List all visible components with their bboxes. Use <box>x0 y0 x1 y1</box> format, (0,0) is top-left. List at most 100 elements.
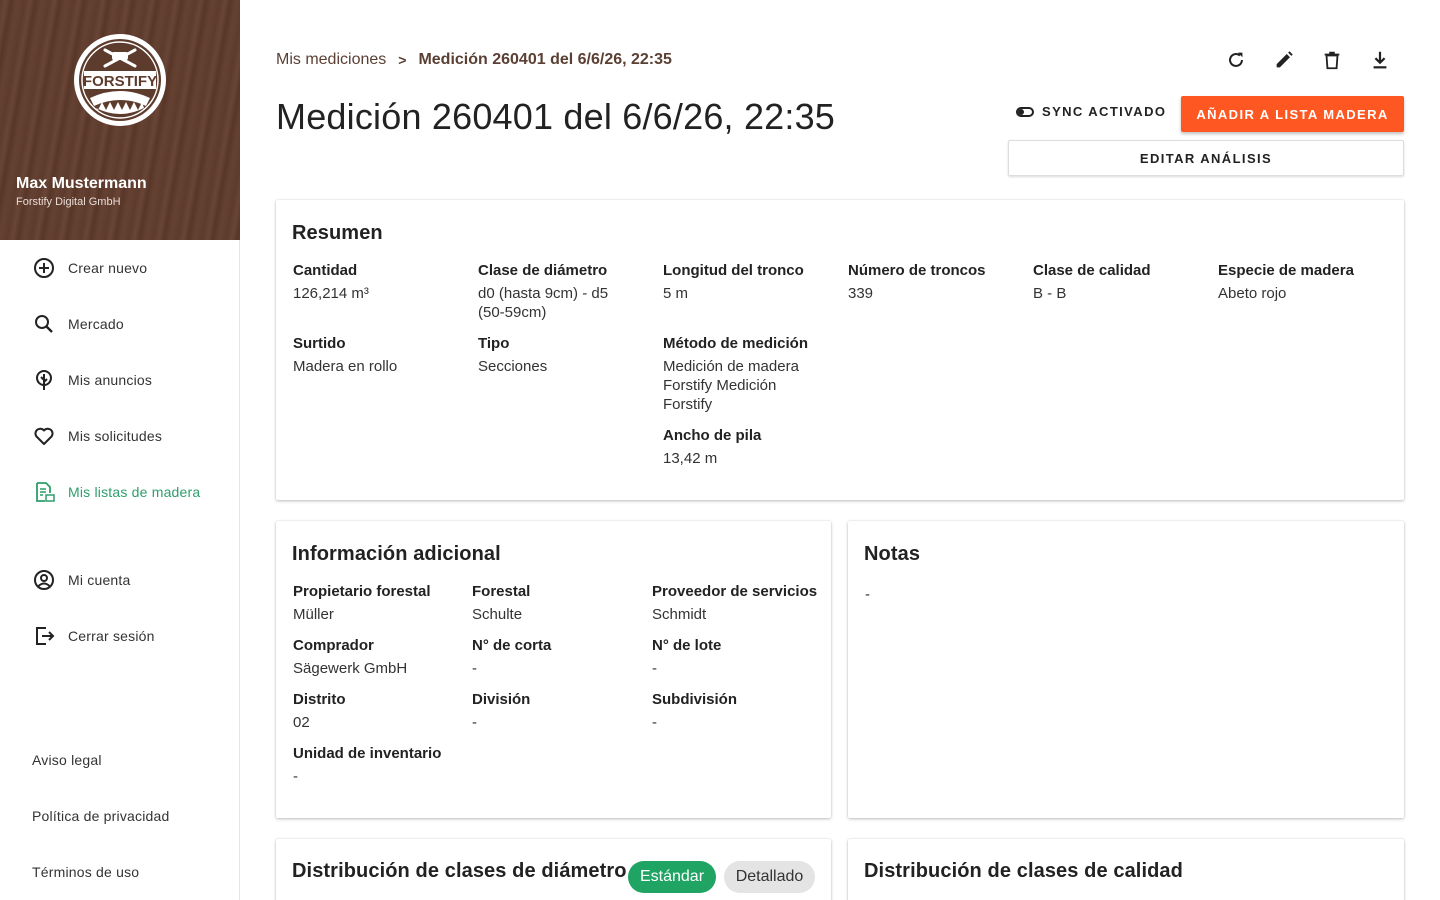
breadcrumb: Mis mediciones > Medición 260401 del 6/6… <box>276 51 672 69</box>
summary-field-clase-diametro: Clase de diámetro d0 (hasta 9cm) - d5 (5… <box>478 261 638 322</box>
field-comprador: Comprador Sägewerk GmbH <box>293 636 463 678</box>
breadcrumb-separator: > <box>398 52 407 68</box>
download-button[interactable] <box>1366 46 1394 74</box>
tree-icon <box>36 370 52 390</box>
field-label: Ancho de pila <box>663 427 762 444</box>
field-label: Cantidad <box>293 262 358 279</box>
nav-label: Mis listas de madera <box>68 484 201 500</box>
field-value: - <box>472 714 477 731</box>
field-value: 02 <box>293 714 310 731</box>
field-value: Schulte <box>472 606 523 623</box>
edit-button[interactable] <box>1270 46 1298 74</box>
field-label: Surtido <box>293 335 346 352</box>
field-label: Unidad de inventario <box>293 745 442 762</box>
field-value: Müller <box>293 606 334 623</box>
field-value: 126,214 m³ <box>293 285 369 302</box>
summary-card: Resumen Cantidad 126,214 m³ Clase de diá… <box>276 200 1404 500</box>
nav-mis-solicitudes[interactable]: Mis solicitudes <box>0 414 240 458</box>
summary-field-metodo: Método de medición Medición de madera Fo… <box>663 334 823 414</box>
chip-detailed[interactable]: Detallado <box>724 861 815 893</box>
privacy-policy-link[interactable]: Política de privacidad <box>32 808 169 824</box>
field-propietario-forestal: Propietario forestal Müller <box>293 582 463 624</box>
nav-label: Cerrar sesión <box>68 628 155 644</box>
nav-label: Crear nuevo <box>68 260 148 276</box>
edit-icon <box>1276 51 1293 68</box>
user-company: Forstify Digital GmbH <box>16 196 121 208</box>
heart-icon <box>34 427 54 445</box>
delete-button[interactable] <box>1318 46 1346 74</box>
nav-mis-listas-de-madera[interactable]: Mis listas de madera <box>0 470 240 514</box>
notes-card: Notas - <box>848 521 1404 818</box>
field-value: Secciones <box>478 358 548 375</box>
field-division: División - <box>472 690 642 732</box>
nav-label: Mercado <box>68 316 124 332</box>
toggle-icon <box>1016 106 1034 117</box>
field-proveedor-servicios: Proveedor de servicios Schmidt <box>652 582 822 624</box>
additional-info-card: Información adicional Propietario forest… <box>276 521 831 818</box>
field-label: N° de lote <box>652 637 722 654</box>
summary-field-numero-troncos: Número de troncos 339 <box>848 261 1018 303</box>
summary-title: Resumen <box>292 222 383 244</box>
nav-mis-anuncios[interactable]: Mis anuncios <box>0 358 240 402</box>
field-label: Subdivisión <box>652 691 738 708</box>
terms-of-use-link[interactable]: Términos de uso <box>32 864 139 880</box>
edit-analysis-button[interactable]: EDITAR ANÁLISIS <box>1008 140 1404 176</box>
logout-icon <box>36 627 55 645</box>
notes-title: Notas <box>864 543 921 565</box>
plus-circle-icon <box>34 258 54 278</box>
field-n-corta: N° de corta - <box>472 636 642 678</box>
nav-mi-cuenta[interactable]: Mi cuenta <box>0 558 240 602</box>
field-value: 339 <box>848 285 874 302</box>
account-circle-icon <box>34 570 54 590</box>
sync-label: SYNC ACTIVADO <box>1042 104 1167 119</box>
field-value: - <box>652 660 657 677</box>
user-name: Max Mustermann <box>16 175 147 192</box>
nav-label: Mis anuncios <box>68 372 153 388</box>
field-label: N° de corta <box>472 637 552 654</box>
additional-info-title: Información adicional <box>292 543 501 565</box>
field-label: Proveedor de servicios <box>652 583 818 600</box>
field-value: Abeto rojo <box>1218 285 1287 302</box>
field-label: Clase de diámetro <box>478 262 608 279</box>
nav-mercado[interactable]: Mercado <box>0 302 240 346</box>
field-value: - <box>293 768 298 785</box>
field-label: Especie de madera <box>1218 262 1354 279</box>
aviso-legal-link[interactable]: Aviso legal <box>32 752 102 768</box>
summary-field-cantidad: Cantidad 126,214 m³ <box>293 261 463 303</box>
field-label: Propietario forestal <box>293 583 431 600</box>
summary-field-tipo: Tipo Secciones <box>478 334 648 376</box>
field-label: Método de medición <box>663 335 809 352</box>
add-to-timber-list-button[interactable]: AÑADIR A LISTA MADERA <box>1181 96 1404 132</box>
search-icon <box>35 315 53 333</box>
refresh-icon <box>1229 52 1243 67</box>
diameter-distribution-title: Distribución de clases de diámetro <box>292 860 627 882</box>
quality-distribution-title: Distribución de clases de calidad <box>864 860 1183 882</box>
sync-toggle[interactable]: SYNC ACTIVADO <box>1016 104 1166 119</box>
field-label: Longitud del tronco <box>663 262 804 279</box>
field-label: Clase de calidad <box>1033 262 1151 279</box>
diameter-distribution-card: Distribución de clases de diámetro Están… <box>276 839 831 900</box>
field-distrito: Distrito 02 <box>293 690 463 732</box>
sidebar-header: FORSTIFY Max Mustermann Forstify Digital… <box>0 0 240 240</box>
field-label: Distrito <box>293 691 346 708</box>
forstify-logo[interactable]: FORSTIFY <box>72 32 168 128</box>
field-value: - <box>652 714 657 731</box>
field-value: Sägewerk GmbH <box>293 660 408 677</box>
summary-field-surtido: Surtido Madera en rollo <box>293 334 463 376</box>
document-list-icon <box>36 482 55 502</box>
summary-field-clase-calidad: Clase de calidad B - B <box>1033 261 1203 303</box>
nav-label: Mi cuenta <box>68 572 131 588</box>
nav-cerrar-sesion[interactable]: Cerrar sesión <box>0 614 240 658</box>
refresh-button[interactable] <box>1222 46 1250 74</box>
field-label: Forestal <box>472 583 531 600</box>
nav-crear-nuevo[interactable]: Crear nuevo <box>0 246 240 290</box>
field-value: B - B <box>1033 285 1067 302</box>
breadcrumb-parent-link[interactable]: Mis mediciones <box>276 51 386 69</box>
field-label: Número de troncos <box>848 262 986 279</box>
chip-standard[interactable]: Estándar <box>628 861 716 893</box>
logo-text: FORSTIFY <box>83 73 157 90</box>
summary-field-especie: Especie de madera Abeto rojo <box>1218 261 1388 303</box>
field-label: División <box>472 691 531 708</box>
field-value: 5 m <box>663 285 689 302</box>
quality-distribution-card: Distribución de clases de calidad <box>848 839 1404 900</box>
